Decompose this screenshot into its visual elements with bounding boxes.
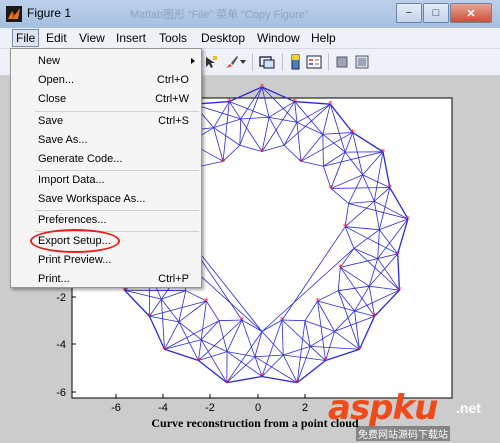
menu-item-open[interactable]: Open... Ctrl+O	[11, 71, 201, 90]
colorbar-icon[interactable]	[288, 54, 304, 70]
matlab-icon	[6, 6, 22, 22]
window-title-background-text: Matlab图形 “File” 菜单 “Copy Figure”	[130, 9, 309, 21]
y-tick-label: -6	[56, 387, 66, 399]
point-marker: *	[397, 286, 402, 296]
point-marker: *	[388, 184, 393, 194]
menu-window[interactable]: Window	[254, 30, 303, 46]
point-marker: *	[338, 263, 343, 273]
point-marker: *	[225, 379, 230, 389]
file-menu-dropdown: New Open... Ctrl+O Close Ctrl+W Save Ctr…	[10, 48, 202, 288]
close-button[interactable]: ✕	[450, 3, 492, 23]
submenu-arrow-icon	[191, 58, 195, 64]
point-marker: *	[343, 223, 348, 233]
menu-view[interactable]: View	[76, 30, 108, 46]
point-marker: *	[328, 100, 333, 110]
hide-plot-tools-icon[interactable]	[334, 54, 350, 70]
point-marker: *	[357, 345, 362, 355]
menu-help[interactable]: Help	[308, 30, 339, 46]
data-cursor-icon[interactable]	[203, 54, 219, 70]
legend-icon[interactable]	[306, 54, 322, 70]
point-marker: *	[395, 250, 400, 260]
x-tick-label: -2	[205, 402, 215, 414]
y-tick-label: -2	[56, 292, 66, 304]
x-tick-label: -4	[158, 402, 168, 414]
export-setup-highlight-annotation	[30, 229, 120, 253]
watermark-logo-text: aspku	[328, 388, 438, 428]
point-marker: *	[406, 215, 411, 225]
minimize-button[interactable]: −	[396, 3, 422, 23]
menu-bar: File Edit View Insert Tools Desktop Wind…	[0, 28, 500, 49]
point-marker: *	[372, 312, 377, 322]
menu-item-print-preview[interactable]: Print Preview...	[11, 251, 201, 270]
link-plot-icon[interactable]	[259, 54, 275, 70]
watermark: aspku .net 免费网站源码下载站	[328, 388, 500, 443]
menu-item-print[interactable]: Print... Ctrl+P	[11, 270, 201, 289]
maximize-button[interactable]: □	[423, 3, 449, 23]
toolbar-separator	[328, 53, 329, 71]
menu-item-preferences[interactable]: Preferences...	[11, 211, 201, 230]
menu-tools[interactable]: Tools	[156, 30, 190, 46]
point-marker: *	[196, 357, 201, 367]
point-marker: *	[162, 345, 167, 355]
point-marker: *	[204, 297, 209, 307]
menu-item-import-data[interactable]: Import Data...	[11, 171, 201, 190]
y-tick-label: -4	[56, 339, 66, 351]
point-marker: *	[280, 316, 285, 326]
x-tick-label: 0	[255, 402, 261, 414]
watermark-suffix: .net	[456, 400, 481, 416]
title-bar: Figure 1 Matlab图形 “File” 菜单 “Copy Figure…	[0, 0, 500, 29]
point-marker: *	[381, 148, 386, 158]
point-marker: *	[221, 157, 226, 167]
menu-desktop[interactable]: Desktop	[198, 30, 248, 46]
point-marker: *	[315, 297, 320, 307]
menu-item-save-workspace[interactable]: Save Workspace As...	[11, 190, 201, 209]
point-marker: *	[323, 357, 328, 367]
point-marker: *	[292, 98, 297, 108]
menu-insert[interactable]: Insert	[113, 30, 149, 46]
toolbar-separator	[252, 53, 253, 71]
figure-window: Figure 1 Matlab图形 “File” 菜单 “Copy Figure…	[0, 0, 500, 443]
menu-item-close[interactable]: Close Ctrl+W	[11, 90, 201, 109]
menu-item-generate-code[interactable]: Generate Code...	[11, 150, 201, 169]
point-marker: *	[227, 98, 232, 108]
point-marker: *	[299, 157, 304, 167]
window-title: Figure 1	[27, 6, 72, 20]
menu-item-save-as[interactable]: Save As...	[11, 131, 201, 150]
toolbar-separator	[282, 53, 283, 71]
point-marker: *	[260, 83, 265, 93]
point-marker: *	[260, 373, 265, 383]
watermark-subtitle: 免费网站源码下载站	[356, 426, 450, 441]
x-tick-label: -6	[111, 402, 121, 414]
point-marker: *	[329, 184, 334, 194]
window-controls: − □ ✕	[395, 3, 492, 23]
point-marker: *	[240, 316, 245, 326]
point-marker: *	[295, 379, 300, 389]
menu-item-new[interactable]: New	[11, 52, 201, 71]
x-tick-label: 2	[302, 402, 308, 414]
point-marker: *	[260, 148, 265, 158]
menu-edit[interactable]: Edit	[43, 30, 70, 46]
show-plot-tools-icon[interactable]	[354, 54, 370, 70]
menu-file[interactable]: File	[12, 29, 40, 47]
point-marker: *	[147, 312, 152, 322]
menu-item-save[interactable]: Save Ctrl+S	[11, 112, 201, 131]
point-marker: *	[350, 129, 355, 139]
